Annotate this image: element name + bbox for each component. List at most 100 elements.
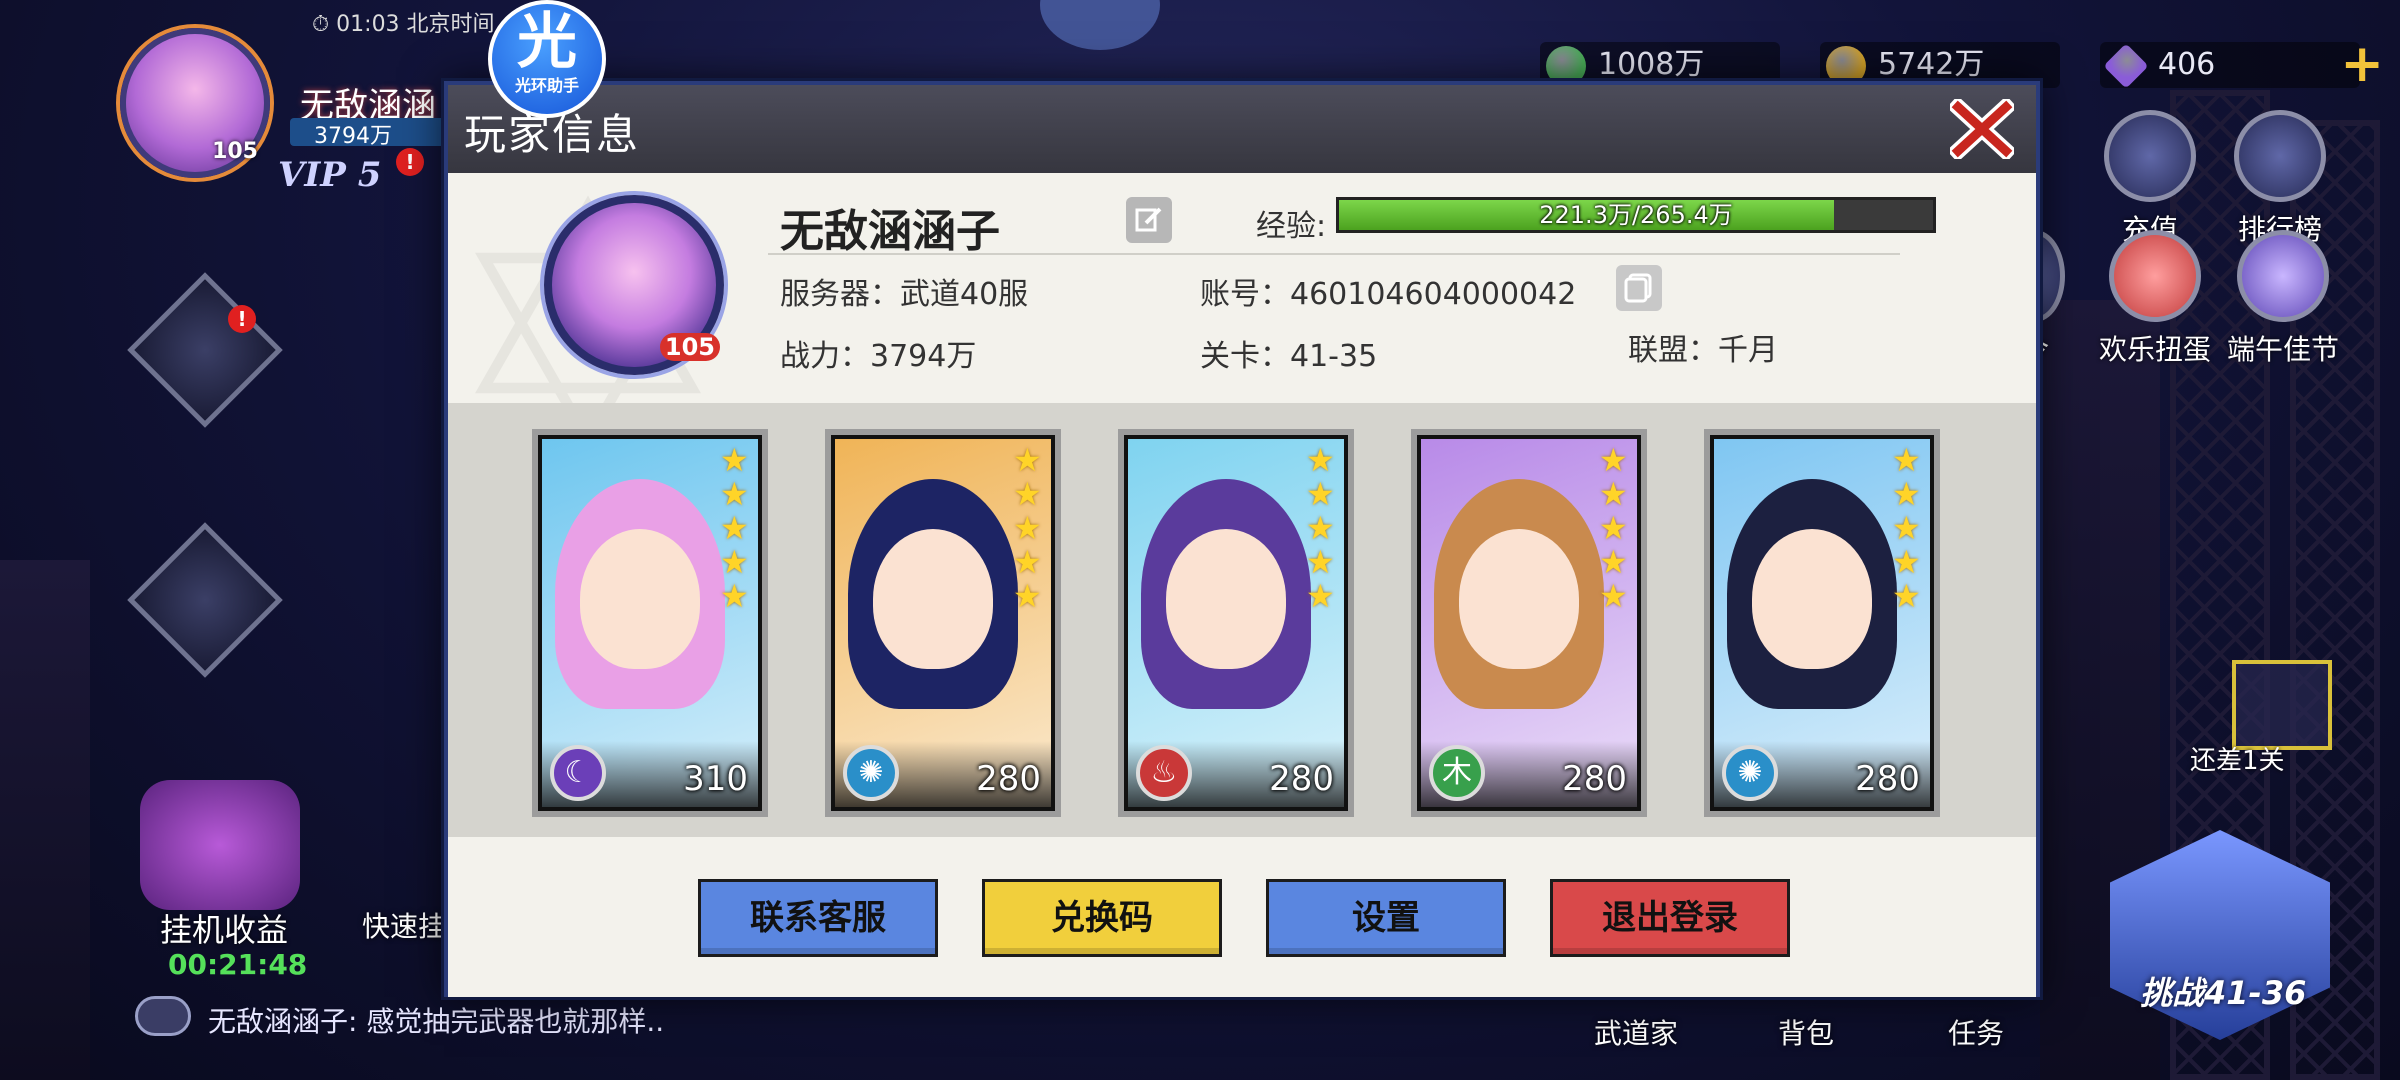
- hero-card[interactable]: ★ ★ ★ ★ ★ 木 280: [1411, 429, 1647, 817]
- hero-star-rating: ★ ★ ★ ★ ★: [1306, 443, 1340, 613]
- moon-element-icon: ☾: [550, 745, 606, 801]
- wood-element-icon: 木: [1429, 745, 1485, 801]
- stage-reward-gem-icon[interactable]: [2232, 660, 2332, 750]
- idle-reward-timer: 00:21:48: [168, 948, 308, 981]
- edit-name-button[interactable]: [1126, 197, 1172, 243]
- vip-notification-dot: !: [396, 148, 424, 176]
- hero-card-frame: ★ ★ ★ ★ ★ ✺ 280: [1710, 435, 1934, 811]
- player-level-badge: 105: [659, 333, 720, 361]
- hero-star-rating: ★ ★ ★ ★ ★: [1013, 443, 1047, 613]
- currency-gem[interactable]: 406: [2100, 42, 2360, 89]
- right-menu-festival[interactable]: 端午佳节: [2218, 230, 2348, 368]
- star-icon: ★: [1013, 509, 1042, 547]
- star-icon: ★: [1599, 475, 1628, 513]
- player-info-dialog: 玩家信息 105 无敌涵涵子 经验: 221.3万/265.4万 服务器：武道4…: [444, 81, 2040, 997]
- helper-label: 光环助手: [514, 76, 579, 95]
- clock-text: 01:03 北京时间: [336, 12, 495, 37]
- chat-message[interactable]: 无敌涵涵子: 感觉抽完武器也就那样..: [208, 1000, 664, 1040]
- wind-element-icon: ✺: [843, 745, 899, 801]
- star-icon: ★: [1306, 543, 1335, 581]
- settings-button[interactable]: 设置: [1266, 879, 1506, 957]
- hero-card-frame: ★ ★ ★ ★ ★ ✺ 280: [831, 435, 1055, 811]
- helper-floating-button[interactable]: 光 光环助手: [488, 0, 606, 118]
- moon-decoration: [1040, 0, 1160, 50]
- right-menu-ranking[interactable]: 排行榜: [2220, 110, 2340, 248]
- star-icon: ★: [1013, 441, 1042, 479]
- challenge-stage-label[interactable]: 挑战41-36: [2140, 968, 2306, 1014]
- star-icon: ★: [1892, 441, 1921, 479]
- hero-level: 280: [1269, 759, 1334, 799]
- copy-account-button[interactable]: [1616, 265, 1662, 311]
- power-field: 战力：3794万: [780, 339, 977, 374]
- right-menu-label: 端午佳节: [2226, 333, 2339, 366]
- star-icon: ★: [1892, 475, 1921, 513]
- hero-level: 280: [1855, 759, 1920, 799]
- close-button[interactable]: [1946, 95, 2018, 163]
- star-icon: ★: [1306, 577, 1335, 615]
- ranking-star-icon: [2234, 110, 2326, 202]
- right-menu-gacha[interactable]: 欢乐扭蛋: [2090, 230, 2220, 368]
- idle-reward-chest-icon[interactable]: [140, 780, 300, 910]
- hero-face: [1166, 529, 1286, 669]
- hero-lineup: ★ ★ ★ ★ ★ ☾ 310 ★ ★ ★ ★ ★ ✺ 280 ★ ★ ★ ★ ★ ♨ 280 ★ ★ ★ ★ ★ 木 280 ★ ★ ★ ★…: [448, 403, 2036, 837]
- hero-card[interactable]: ★ ★ ★ ★ ★ ♨ 280: [1118, 429, 1354, 817]
- nav-martial-artist[interactable]: 武道家: [1594, 1012, 1678, 1052]
- gold-coin-icon: [1826, 46, 1866, 86]
- hero-face: [1752, 529, 1872, 669]
- side-menu-notification-dot: !: [228, 305, 256, 333]
- festival-crystal-icon: [2237, 230, 2329, 322]
- exp-label: 经验:: [1256, 209, 1327, 244]
- hero-card-frame: ★ ★ ★ ★ ★ 木 280: [1417, 435, 1641, 811]
- background-building: [0, 560, 90, 1080]
- logout-button[interactable]: 退出登录: [1550, 879, 1790, 957]
- add-currency-plus-icon[interactable]: +: [2340, 34, 2384, 94]
- star-icon: ★: [1599, 543, 1628, 581]
- nav-backpack[interactable]: 背包: [1778, 1012, 1834, 1052]
- jade-coin-icon: [1546, 46, 1586, 86]
- stage-field: 关卡：41-35: [1200, 339, 1378, 374]
- nav-tasks[interactable]: 任务: [1948, 1012, 2004, 1052]
- star-icon: ★: [1892, 509, 1921, 547]
- star-icon: ★: [720, 577, 749, 615]
- dialog-button-bar: 联系客服 兑换码 设置 退出登录: [448, 837, 2036, 997]
- quick-idle-label[interactable]: 快速挂: [362, 905, 446, 945]
- wind-element-icon: ✺: [1722, 745, 1778, 801]
- exp-progress-bar: 221.3万/265.4万: [1336, 197, 1936, 233]
- top-player-avatar[interactable]: 105: [120, 28, 270, 178]
- name-divider: [768, 253, 1900, 255]
- chat-bubble-icon[interactable]: [135, 996, 191, 1036]
- top-player-power: 3794万: [290, 118, 450, 149]
- star-icon: ★: [1599, 577, 1628, 615]
- hero-star-rating: ★ ★ ★ ★ ★: [1599, 443, 1633, 613]
- hero-card-frame: ★ ★ ★ ★ ★ ☾ 310: [538, 435, 762, 811]
- hero-card[interactable]: ★ ★ ★ ★ ★ ✺ 280: [825, 429, 1061, 817]
- side-menu-button-1[interactable]: [127, 272, 283, 428]
- hero-face: [580, 529, 700, 669]
- hero-card-frame: ★ ★ ★ ★ ★ ♨ 280: [1124, 435, 1348, 811]
- star-icon: ★: [1013, 543, 1042, 581]
- right-menu-recharge[interactable]: 充值: [2090, 110, 2210, 248]
- diamond-icon: [2104, 110, 2196, 202]
- star-icon: ★: [720, 543, 749, 581]
- star-icon: ★: [1306, 475, 1335, 513]
- account-field: 账号：460104604000042: [1200, 277, 1577, 312]
- close-x-icon: [1946, 95, 2018, 163]
- guild-field: 联盟：千月: [1628, 333, 1778, 368]
- vip-badge[interactable]: VIP 5: [278, 155, 381, 195]
- star-icon: ★: [1306, 509, 1335, 547]
- hero-card[interactable]: ★ ★ ★ ★ ★ ☾ 310: [532, 429, 768, 817]
- idle-reward-label: 挂机收益: [160, 911, 289, 949]
- redeem-code-button[interactable]: 兑换码: [982, 879, 1222, 957]
- player-name: 无敌涵涵子: [780, 206, 1000, 257]
- copy-icon: [1624, 273, 1652, 303]
- side-menu-fist-button[interactable]: [127, 522, 283, 678]
- star-icon: ★: [1013, 577, 1042, 615]
- hero-card[interactable]: ★ ★ ★ ★ ★ ✺ 280: [1704, 429, 1940, 817]
- contact-support-button[interactable]: 联系客服: [698, 879, 938, 957]
- star-icon: ★: [1892, 543, 1921, 581]
- hero-star-rating: ★ ★ ★ ★ ★: [1892, 443, 1926, 613]
- hero-face: [873, 529, 993, 669]
- exp-progress-text: 221.3万/265.4万: [1539, 201, 1733, 229]
- hero-level: 280: [976, 759, 1041, 799]
- top-player-level: 105: [212, 139, 258, 164]
